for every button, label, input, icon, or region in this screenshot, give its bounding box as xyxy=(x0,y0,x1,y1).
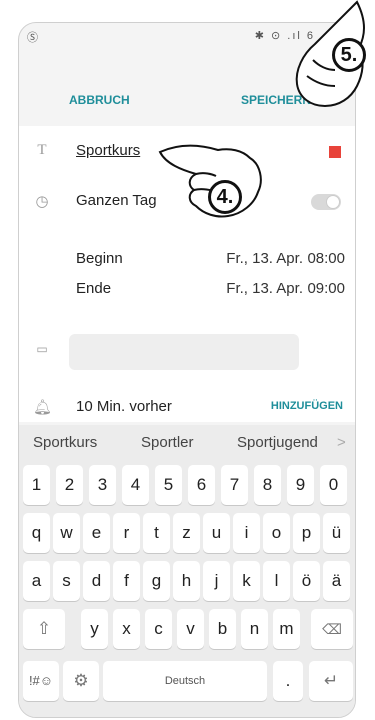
key[interactable]: i xyxy=(233,513,260,553)
key[interactable]: 2 xyxy=(56,465,83,505)
key[interactable]: j xyxy=(203,561,230,601)
reminder-label[interactable]: 10 Min. vorher xyxy=(76,398,172,415)
key[interactable]: t xyxy=(143,513,170,553)
step-4-badge: 4. xyxy=(208,180,242,214)
key[interactable]: m xyxy=(273,609,300,649)
key[interactable]: 1 xyxy=(23,465,50,505)
key[interactable]: l xyxy=(263,561,290,601)
enter-key-icon[interactable]: ↵ xyxy=(309,661,353,701)
key[interactable]: h xyxy=(173,561,200,601)
phone-screen: Ⓢ ✱ ⊙ .ıl 6 ABBRUCH SPEICHERN T Sportkur… xyxy=(18,22,356,718)
color-picker[interactable] xyxy=(329,146,341,158)
q-row: q w e r t z u i o p ü xyxy=(23,513,353,553)
key[interactable]: r xyxy=(113,513,140,553)
suggestion-3[interactable]: Sportjugend xyxy=(237,434,318,451)
cancel-button[interactable]: ABBRUCH xyxy=(69,93,130,107)
bottom-row: !#☺ ⚙ Deutsch . ↵ xyxy=(23,661,353,701)
location-input[interactable] xyxy=(69,334,299,370)
period-key[interactable]: . xyxy=(273,661,303,701)
key[interactable]: n xyxy=(241,609,268,649)
key[interactable]: b xyxy=(209,609,236,649)
backspace-key-icon[interactable]: ⌫ xyxy=(311,609,353,649)
key[interactable]: f xyxy=(113,561,140,601)
key[interactable]: k xyxy=(233,561,260,601)
key[interactable]: 0 xyxy=(320,465,347,505)
begin-time[interactable]: 08:00 xyxy=(307,250,345,267)
key[interactable]: q xyxy=(23,513,50,553)
allday-toggle[interactable] xyxy=(311,194,341,210)
key[interactable]: 4 xyxy=(122,465,149,505)
symbols-key[interactable]: !#☺ xyxy=(23,661,59,701)
key[interactable]: e xyxy=(83,513,110,553)
begin-date[interactable]: Fr., 13. Apr. xyxy=(226,250,303,267)
key[interactable]: d xyxy=(83,561,110,601)
status-left-icon: Ⓢ xyxy=(27,32,38,44)
key[interactable]: u xyxy=(203,513,230,553)
key[interactable]: 8 xyxy=(254,465,281,505)
key[interactable]: s xyxy=(53,561,80,601)
add-reminder-button[interactable]: HINZUFÜGEN xyxy=(271,400,343,412)
suggestion-2[interactable]: Sportler xyxy=(141,434,194,451)
title-input[interactable]: Sportkurs xyxy=(76,142,140,159)
y-row: ⇧ y x c v b n m ⌫ xyxy=(23,609,353,649)
key[interactable]: a xyxy=(23,561,50,601)
suggestion-1[interactable]: Sportkurs xyxy=(33,434,97,451)
key[interactable]: ö xyxy=(293,561,320,601)
key[interactable]: ü xyxy=(323,513,350,553)
end-date[interactable]: Fr., 13. Apr. xyxy=(226,280,303,297)
toggle-knob xyxy=(326,195,340,209)
key[interactable]: z xyxy=(173,513,200,553)
allday-label: Ganzen Tag xyxy=(76,192,157,209)
key[interactable]: ä xyxy=(323,561,350,601)
clock-icon: ◷ xyxy=(35,193,49,210)
keyboard: Sportkurs Sportler Sportjugend > 1 2 3 4… xyxy=(19,425,355,717)
suggestion-bar: Sportkurs Sportler Sportjugend > xyxy=(19,425,355,459)
key[interactable]: x xyxy=(113,609,140,649)
begin-label: Beginn xyxy=(76,250,123,267)
key[interactable]: v xyxy=(177,609,204,649)
location-icon: ▭ xyxy=(36,342,48,356)
key[interactable]: w xyxy=(53,513,80,553)
end-label: Ende xyxy=(76,280,112,297)
key[interactable]: c xyxy=(145,609,172,649)
suggestion-more-icon[interactable]: > xyxy=(337,434,346,451)
key[interactable]: 9 xyxy=(287,465,314,505)
key[interactable]: g xyxy=(143,561,170,601)
text-icon: T xyxy=(37,142,47,158)
key[interactable]: 6 xyxy=(188,465,215,505)
shift-key-icon[interactable]: ⇧ xyxy=(23,609,65,649)
space-key[interactable]: Deutsch xyxy=(103,661,267,701)
key[interactable]: 7 xyxy=(221,465,248,505)
key[interactable]: 5 xyxy=(155,465,182,505)
key[interactable]: p xyxy=(293,513,320,553)
number-row: 1 2 3 4 5 6 7 8 9 0 xyxy=(23,465,353,505)
a-row: a s d f g h j k l ö ä xyxy=(23,561,353,601)
key[interactable]: o xyxy=(263,513,290,553)
end-row[interactable]: Ende Fr., 13. Apr. 09:00 xyxy=(19,280,355,302)
key[interactable]: y xyxy=(81,609,108,649)
settings-gear-icon[interactable]: ⚙ xyxy=(63,661,99,701)
end-time[interactable]: 09:00 xyxy=(307,280,345,297)
step-5-badge: 5. xyxy=(332,38,366,72)
bell-icon: 🔔︎ xyxy=(33,399,53,416)
key[interactable]: 3 xyxy=(89,465,116,505)
begin-row[interactable]: Beginn Fr., 13. Apr. 08:00 xyxy=(19,250,355,272)
reminder-row: 🔔︎ 10 Min. vorher HINZUFÜGEN xyxy=(19,398,355,420)
